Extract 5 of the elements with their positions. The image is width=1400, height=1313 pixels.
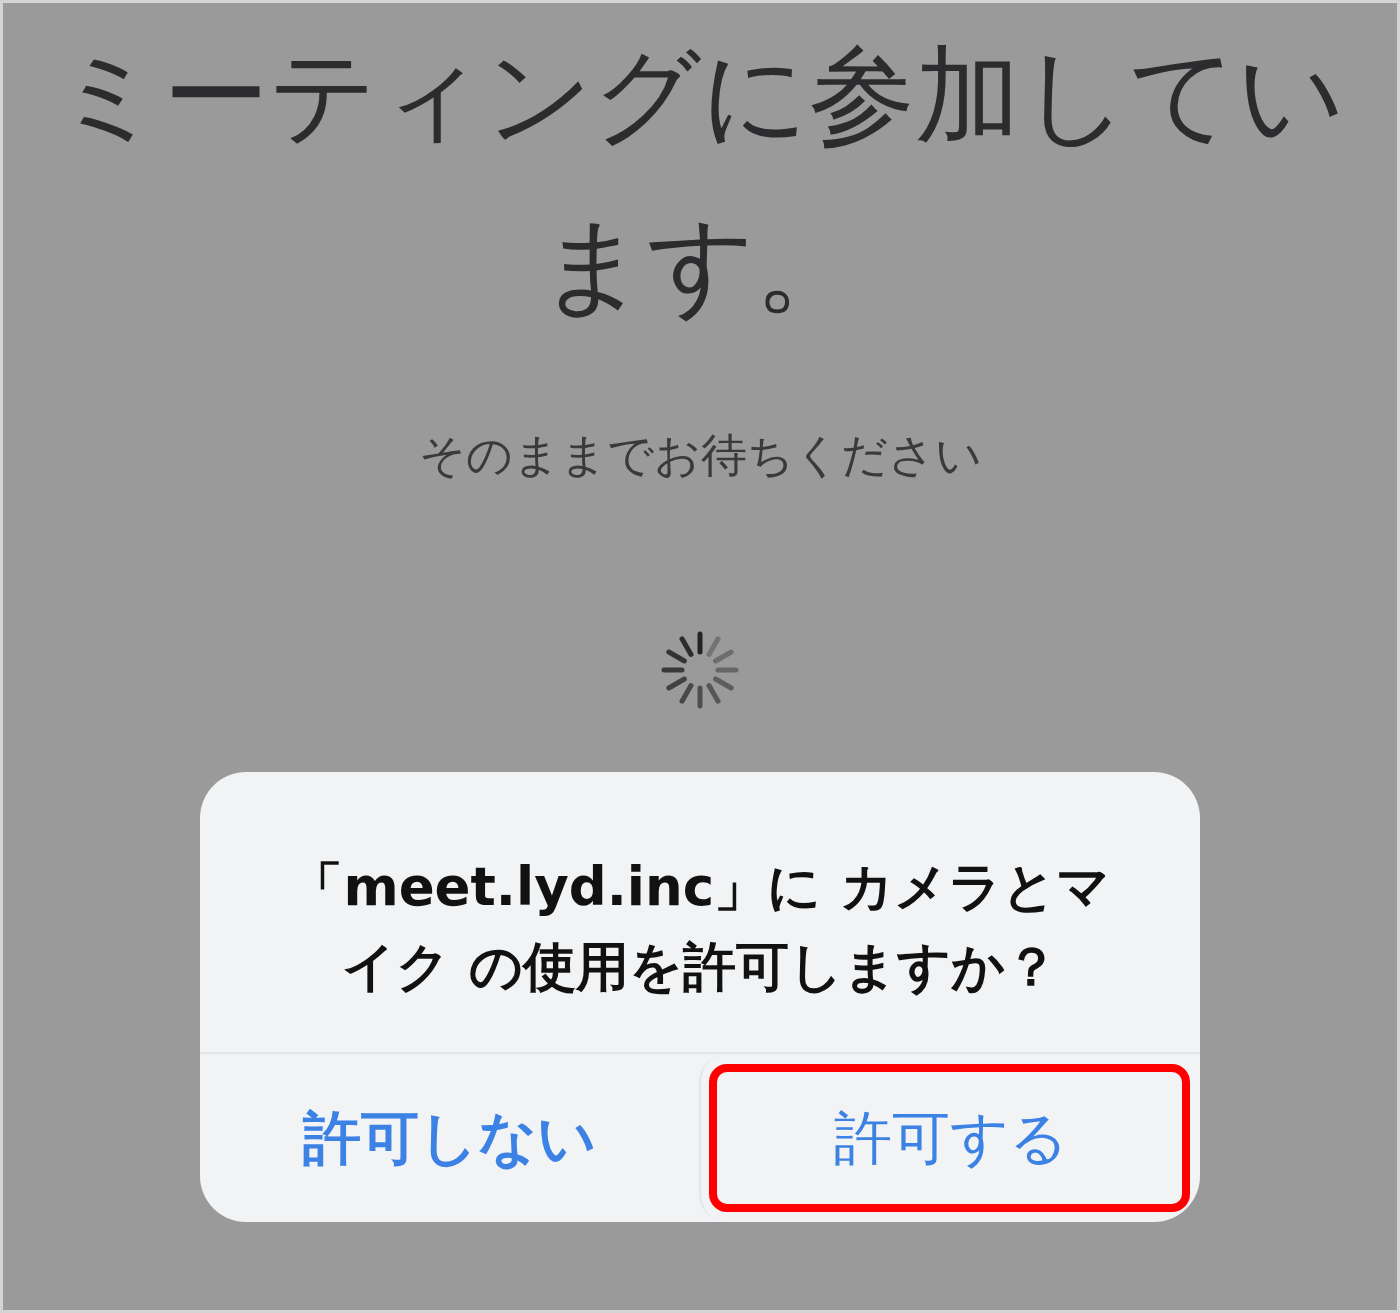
page-title: ミーティングに参加しています。 — [54, 33, 1346, 329]
waiting-message: そのままでお待ちください — [418, 427, 982, 484]
dialog-message: 「meet.lyd.inc」に カメラとマイク の使用を許可しますか？ — [289, 855, 1111, 999]
dialog-button[interactable]: 許可する — [699, 1054, 1200, 1222]
dialog-button[interactable]: 許可しない — [200, 1054, 699, 1222]
